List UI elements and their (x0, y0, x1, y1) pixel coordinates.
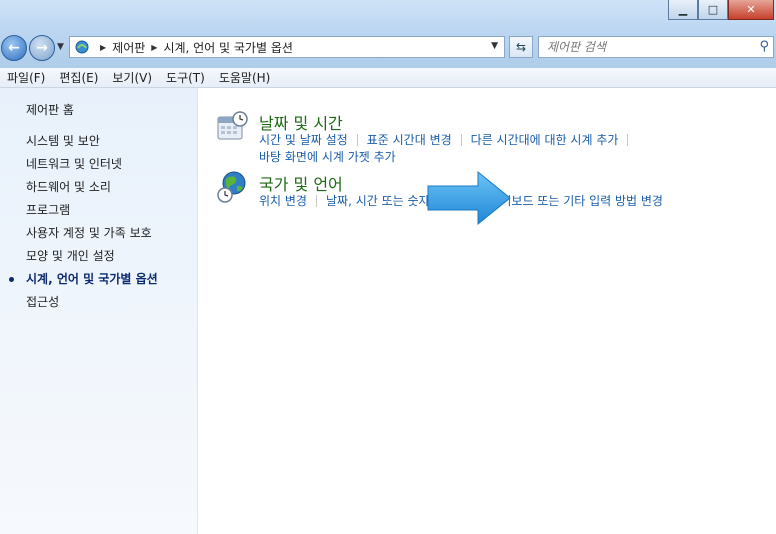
sidebar-item-hardware-sound[interactable]: 하드웨어 및 소리 (26, 179, 158, 202)
sidebar-item-clock-language-region[interactable]: 시계, 언어 및 국가별 옵션 (9, 271, 158, 294)
globe-clock-icon[interactable] (216, 171, 248, 203)
breadcrumb-separator-icon: ▶ (100, 42, 107, 52)
link-add-clock-gadget[interactable]: 바탕 화면에 시계 가젯 추가 (259, 148, 396, 165)
back-button[interactable]: ← (1, 35, 27, 61)
address-bar[interactable]: ▶ 제어판 ▶ 시계, 언어 및 국가별 옵션 ▼ (69, 36, 505, 58)
forward-button[interactable]: → (29, 35, 55, 61)
sidebar-item-user-accounts[interactable]: 사용자 계정 및 가족 보호 (26, 225, 158, 248)
menu-edit[interactable]: 편집(E) (52, 69, 105, 86)
refresh-icon: ⇆ (515, 40, 527, 54)
highlight-arrow-icon (427, 170, 511, 226)
link-divider (627, 133, 629, 146)
refresh-button[interactable]: ⇆ (509, 36, 533, 58)
search-icon[interactable]: ⚲ (759, 39, 769, 54)
sidebar-item-programs[interactable]: 프로그램 (26, 202, 158, 225)
category-links-date-time: 시간 및 날짜 설정 표준 시간대 변경 다른 시간대에 대한 시계 추가 바탕… (259, 131, 776, 165)
link-divider (460, 133, 462, 146)
breadcrumb-clock-language-region[interactable]: 시계, 언어 및 국가별 옵션 (163, 39, 292, 56)
minimize-button[interactable]: ▁ (668, 0, 698, 20)
arrow-right-icon: → (36, 40, 48, 56)
control-panel-home-link[interactable]: 제어판 홈 (26, 101, 74, 118)
menu-tools[interactable]: 도구(T) (159, 69, 212, 86)
link-set-time-date[interactable]: 시간 및 날짜 설정 (259, 131, 348, 148)
close-button[interactable]: ✕ (728, 0, 774, 20)
calendar-clock-icon[interactable] (216, 110, 248, 142)
sidebar-item-accessibility[interactable]: 접근성 (26, 294, 158, 317)
menu-view[interactable]: 보기(V) (105, 69, 159, 86)
link-change-keyboards[interactable]: 키보드 또는 기타 입력 방법 변경 (500, 192, 663, 209)
address-dropdown-icon[interactable]: ▼ (491, 41, 498, 51)
link-add-clocks[interactable]: 다른 시간대에 대한 시계 추가 (471, 131, 619, 148)
breadcrumb-separator-icon[interactable]: ▶ (151, 43, 157, 52)
link-divider (356, 133, 358, 146)
left-navigation-pane: 제어판 홈 시스템 및 보안 네트워크 및 인터넷 하드웨어 및 소리 프로그램… (0, 88, 198, 534)
category-links-region-language: 위치 변경 날짜, 시간 또는 숫자 형식 변경 키보드 또는 기타 입력 방법… (259, 192, 776, 209)
sidebar-item-network-internet[interactable]: 네트워크 및 인터넷 (26, 156, 158, 179)
category-list: 시스템 및 보안 네트워크 및 인터넷 하드웨어 및 소리 프로그램 사용자 계… (9, 133, 158, 317)
sidebar-item-appearance[interactable]: 모양 및 개인 설정 (26, 248, 158, 271)
menu-file[interactable]: 파일(F) (0, 69, 52, 86)
search-box[interactable]: ⚲ (538, 36, 774, 58)
window-chrome: ▁ □ ✕ ← → ▼ ▶ 제어판 ▶ 시계, 언어 및 국가별 옵션 ▼ ⇆ … (0, 0, 776, 68)
main-content: 날짜 및 시간 시간 및 날짜 설정 표준 시간대 변경 다른 시간대에 대한 … (198, 88, 776, 534)
menu-help[interactable]: 도움말(H) (212, 69, 278, 86)
link-change-time-zone[interactable]: 표준 시간대 변경 (367, 131, 452, 148)
link-divider (315, 194, 317, 207)
menu-bar: 파일(F) 편집(E) 보기(V) 도구(T) 도움말(H) (0, 68, 776, 88)
search-input[interactable] (539, 39, 754, 55)
recent-pages-dropdown[interactable]: ▼ (57, 42, 64, 52)
maximize-button[interactable]: □ (698, 0, 728, 20)
sidebar-item-system-security[interactable]: 시스템 및 보안 (26, 133, 158, 156)
control-panel-icon (74, 39, 90, 55)
window-controls: ▁ □ ✕ (668, 0, 774, 20)
breadcrumb-control-panel[interactable]: 제어판 (112, 39, 145, 56)
arrow-left-icon: ← (8, 40, 20, 56)
link-change-location[interactable]: 위치 변경 (259, 192, 307, 209)
